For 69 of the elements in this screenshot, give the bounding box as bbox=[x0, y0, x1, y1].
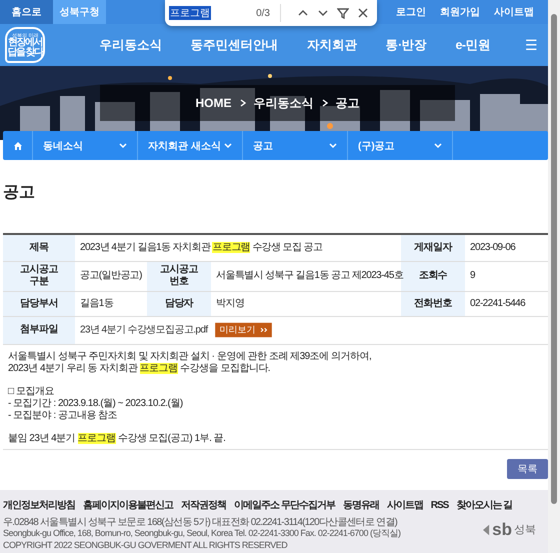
scrollbar-thumb[interactable] bbox=[551, 14, 557, 504]
footer-link[interactable]: 저작권정책 bbox=[181, 498, 226, 512]
close-icon[interactable] bbox=[357, 7, 369, 19]
home-icon bbox=[14, 142, 22, 150]
top-tab[interactable]: 홈으로 bbox=[0, 0, 53, 24]
field-label: 게재일자 bbox=[414, 242, 452, 253]
footer-link[interactable]: 이메일주소 무단수집거부 bbox=[234, 498, 335, 512]
field-value: 02-2241-5446 bbox=[470, 298, 526, 308]
body-text: - 모집기간 : 2023.9.18.(월) ~ 2023.10.2.(월) bbox=[8, 398, 183, 410]
main-menu-item[interactable]: 자치회관 bbox=[306, 36, 357, 54]
main-menu-item[interactable]: 우리동소식 bbox=[99, 36, 162, 54]
body-text: 2023년 4분기 우리 동 자치회관 프로그램 수강생을 모집합니다. bbox=[8, 362, 270, 374]
caret-icon bbox=[224, 142, 232, 148]
field-value: 박지영 bbox=[216, 298, 244, 308]
sub-menu-dropdown[interactable]: 자치회관 새소식 bbox=[138, 131, 243, 160]
caret-icon bbox=[119, 142, 127, 148]
file-link[interactable]: 23년 4분기 수강생모집공고.pdf bbox=[80, 324, 208, 336]
caret-icon bbox=[434, 142, 442, 148]
sub-menu-dropdown[interactable]: 동네소식 bbox=[33, 131, 138, 160]
match-count: 0/3 bbox=[256, 8, 270, 18]
field-label: 담당부서 bbox=[20, 298, 58, 308]
field-label: 조회수 bbox=[418, 270, 448, 281]
main-menu-item[interactable]: 동주민센터안내 bbox=[190, 36, 278, 54]
top-tab[interactable]: 성북구청 bbox=[53, 0, 106, 24]
footer-link[interactable]: 동명유래 bbox=[342, 498, 379, 512]
footer-link[interactable]: 홈페이지이용불편신고 bbox=[83, 498, 173, 512]
header-link[interactable]: 사이트맵 bbox=[494, 5, 534, 19]
list-button[interactable]: 목록 bbox=[507, 458, 548, 478]
body-text: □ 모집개요 bbox=[8, 386, 54, 398]
field-value: 2023년 4분기 길음1동 자치회관 프로그램 수강생 모집 공고 bbox=[80, 242, 322, 253]
body-text: 붙임 23년 4분기 프로그램 수강생 모집(공고) 1부. 끝. bbox=[8, 432, 226, 444]
field-label: 담당자 bbox=[164, 298, 194, 308]
chevron-icon bbox=[240, 99, 246, 107]
header-link[interactable]: 회원가입 bbox=[440, 5, 480, 19]
footer-link[interactable]: RSS bbox=[430, 498, 448, 512]
footer-logo: sb 성북 bbox=[483, 520, 536, 540]
address-text: 우.02848 서울특별시 성북구 보문로 168(삼선동 5가) 대표전화 02.2241-3114(120다산콜센터로 연결) bbox=[3, 516, 398, 528]
caret-icon bbox=[329, 142, 337, 148]
body-text: 서울특별시 성북구 주민자치회 및 자치회관 설치 · 운영에 관한 조례 제39조에 의거하여, bbox=[8, 350, 372, 362]
field-label: 고시공고 번호 bbox=[160, 264, 198, 287]
double-chevron-icon bbox=[260, 327, 267, 333]
sub-menu-dropdown[interactable]: 공고 bbox=[243, 131, 348, 160]
breadcrumb-item[interactable]: 우리동소식 bbox=[254, 94, 314, 112]
field-value: 2023-09-06 bbox=[470, 242, 516, 253]
address-text: Seongbuk-gu Office, 168, Bomun-ro, Seongbuk-gu, Seoul, Korea Tel. 02-2241-3300 Fax. 02-2241-6700 (당직실) bbox=[3, 528, 400, 540]
field-value: 공고(일반공고) bbox=[80, 270, 142, 281]
footer-link[interactable]: 찾아오시는 길 bbox=[456, 498, 512, 512]
page-title: 공고 bbox=[3, 183, 36, 203]
chevron-icon bbox=[322, 99, 328, 107]
breadcrumb-item[interactable]: HOME bbox=[196, 96, 232, 110]
field-label: 고시공고 구분 bbox=[20, 264, 58, 287]
copyright-text: COPYRIGHT 2022 SEONGBUK-GU GOVERMENT ALL RIGHTS RESERVED bbox=[3, 540, 288, 551]
breadcrumb-item[interactable]: 공고 bbox=[336, 94, 360, 112]
footer-link[interactable]: 사이트맵 bbox=[386, 498, 423, 512]
find-field[interactable]: 프로그램 bbox=[169, 3, 256, 23]
field-value: 9 bbox=[470, 270, 475, 281]
field-label: 첨부파일 bbox=[20, 324, 58, 335]
field-value: 서울특별시 성북구 길음1동 공고 제2023-45호 bbox=[216, 270, 404, 281]
main-menu-item[interactable]: e-민원 bbox=[455, 36, 491, 54]
body-text: - 모집분야 : 공고내용 참조 bbox=[8, 410, 118, 422]
field-label: 전화번호 bbox=[414, 298, 452, 308]
footer-link[interactable]: 개인정보처리방침 bbox=[3, 498, 75, 512]
preview-button[interactable]: 미리보기 bbox=[214, 322, 272, 338]
field-label: 제목 bbox=[30, 242, 48, 253]
header-link[interactable]: 로그인 bbox=[396, 5, 426, 19]
main-menu-item[interactable]: 통·반장 bbox=[386, 36, 427, 54]
sub-menu-dropdown[interactable]: (구)공고 bbox=[348, 131, 453, 160]
filter-icon[interactable] bbox=[337, 7, 349, 19]
field-value: 길음1동 bbox=[80, 298, 114, 308]
